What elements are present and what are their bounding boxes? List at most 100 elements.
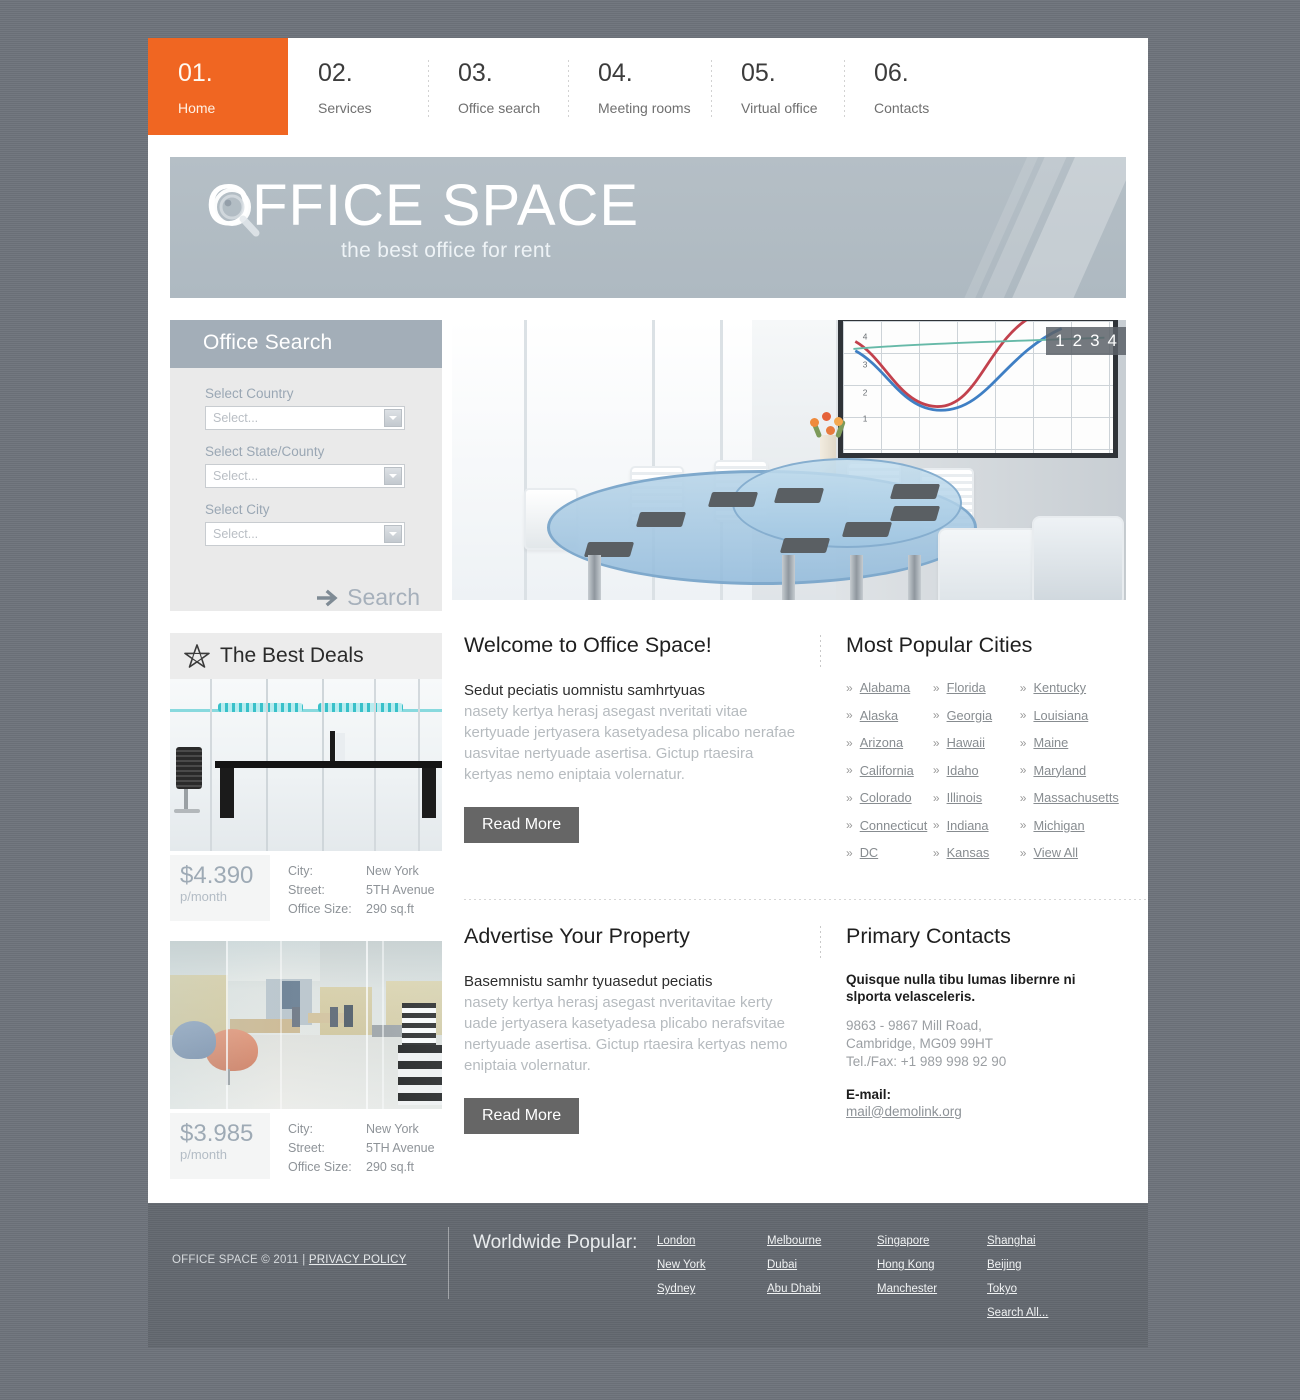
nav-item-contacts[interactable]: 06. Contacts [844,38,984,135]
nav-item-home[interactable]: 01. Home [148,38,288,135]
city-link[interactable]: Maryland [1033,763,1086,778]
search-submit-button[interactable]: Search [170,576,442,611]
city-item: » Colorado [846,790,933,805]
advertise-lead: Basemnistu samhr tyuasedut peciatis [464,972,713,990]
footer-city-columns: London New York Sydney Melbourne Dubai A… [657,1203,1097,1331]
city-link[interactable]: Louisiana [1033,708,1088,723]
footer-column-1: London New York Sydney [657,1235,767,1331]
deal-value: New York [366,864,419,878]
footer-city-link[interactable]: Abu Dhabi [767,1283,877,1295]
advertise-read-more-button[interactable]: Read More [464,1097,580,1134]
flower [822,412,831,421]
city-link[interactable]: California [860,763,914,778]
footer-search-all-link[interactable]: Search All... [987,1307,1097,1319]
advertise-body: nasety kertya herasj asegast nveritavita… [464,993,788,1074]
main-navigation: 01. Home 02. Services 03. Office search … [148,38,1148,135]
slider-page-1[interactable]: 1 [1055,332,1064,350]
select-state-dropdown[interactable]: Select... [205,464,405,488]
footer-city-link[interactable]: New York [657,1259,767,1271]
flower [834,417,843,426]
footer-city-link[interactable]: London [657,1235,767,1247]
deal-period: p/month [180,1147,227,1162]
nav-item-services[interactable]: 02. Services [288,38,428,135]
city-link[interactable]: Arizona [860,735,903,750]
city-link[interactable]: Connecticut [860,818,928,833]
deal-row: Street: 5TH Avenue [288,1141,435,1155]
footer-city-link[interactable]: Manchester [877,1283,987,1295]
popular-cities-heading: Most Popular Cities [846,633,1033,657]
city-item: » View All [1020,845,1124,860]
nav-label: Home [178,100,216,116]
city-link[interactable]: Colorado [860,790,912,805]
nav-label: Services [318,100,372,116]
flower [826,426,835,435]
city-link[interactable]: Alaska [860,708,898,723]
slider-page-4[interactable]: 4 [1108,332,1117,350]
city-item: » Alabama [846,680,933,695]
chevron-down-icon[interactable] [384,409,402,427]
city-link[interactable]: Alabama [860,680,911,695]
city-link[interactable]: Indiana [947,818,989,833]
deal-row: Street: 5TH Avenue [288,883,435,897]
footer-city-link[interactable]: Singapore [877,1235,987,1247]
city-item: » California [846,763,933,778]
deal-row: Office Size: 290 sq.ft [288,1160,435,1174]
city-link[interactable]: Maine [1033,735,1068,750]
deal-key: Street: [288,1141,325,1155]
section-divider [464,898,1148,900]
deal-image-2[interactable] [170,941,442,1109]
window-mullion [524,320,527,600]
footer-city-link[interactable]: Hong Kong [877,1259,987,1271]
laptop [779,538,831,553]
footer-city-link[interactable]: Beijing [987,1259,1097,1271]
city-link[interactable]: Illinois [947,790,983,805]
deal-image-1[interactable] [170,679,442,851]
city-link[interactable]: DC [860,845,878,860]
welcome-read-more-button[interactable]: Read More [464,807,580,843]
footer-city-link[interactable]: Dubai [767,1259,877,1271]
nav-item-office-search[interactable]: 03. Office search [428,38,568,135]
city-link[interactable]: Georgia [947,708,993,723]
deal-meta-2: City: New York Street: 5TH Avenue Office S… [270,1113,435,1179]
footer-column-2: Melbourne Dubai Abu Dhabi [767,1235,877,1331]
privacy-policy-link[interactable]: PRIVACY POLICY [309,1254,407,1266]
nav-item-meeting-rooms[interactable]: 04. Meeting rooms [568,38,711,135]
bullet-icon: » [1019,680,1027,695]
deal-price-box-2: $3.985 p/month [170,1113,270,1179]
nav-item-virtual-office[interactable]: 05. Virtual office [711,38,844,135]
city-link[interactable]: Michigan [1033,818,1084,833]
footer-column-4: Shanghai Beijing Tokyo Search All... [987,1235,1097,1331]
city-link[interactable]: Kentucky [1033,680,1086,695]
city-link[interactable]: Hawaii [947,735,985,750]
deal-price: $4.390 [180,862,254,889]
slider-page-2[interactable]: 2 [1073,332,1082,350]
select-country-value: Select... [213,411,259,425]
slider-page-3[interactable]: 3 [1090,332,1099,350]
chevron-down-icon[interactable] [384,467,402,485]
logo[interactable]: OFFICE SPACE the best office for rent [206,175,639,263]
svg-text:2: 2 [863,387,868,397]
bullet-icon: » [932,845,940,860]
footer-city-link[interactable]: Shanghai [987,1235,1097,1247]
cities-list: » Alabama » Alaska » Arizona » California » C… [846,680,1124,873]
footer-city-link[interactable]: Sydney [657,1283,767,1295]
city-link[interactable]: Massachusetts [1033,790,1118,805]
deal-key: Office Size: [288,1160,352,1174]
city-link[interactable]: View All [1033,845,1078,860]
select-country-label: Select Country [205,386,294,401]
deal-period: p/month [180,889,227,904]
table-leg [908,555,921,600]
contacts-email-link[interactable]: mail@demolink.org [846,1104,962,1119]
chevron-down-icon[interactable] [384,525,402,543]
city-link[interactable]: Florida [947,680,986,695]
laptop [635,512,687,527]
nav-separator [844,60,845,120]
footer-city-link[interactable]: Tokyo [987,1283,1097,1295]
select-country-dropdown[interactable]: Select... [205,406,405,430]
city-link[interactable]: Kansas [947,845,990,860]
select-city-dropdown[interactable]: Select... [205,522,405,546]
city-link[interactable]: Idaho [947,763,979,778]
footer-city-link[interactable]: Melbourne [767,1235,877,1247]
select-state-label: Select State/County [205,444,325,459]
contacts-company: Quisque nulla tibu lumas libernre ni slp… [846,971,1076,1004]
